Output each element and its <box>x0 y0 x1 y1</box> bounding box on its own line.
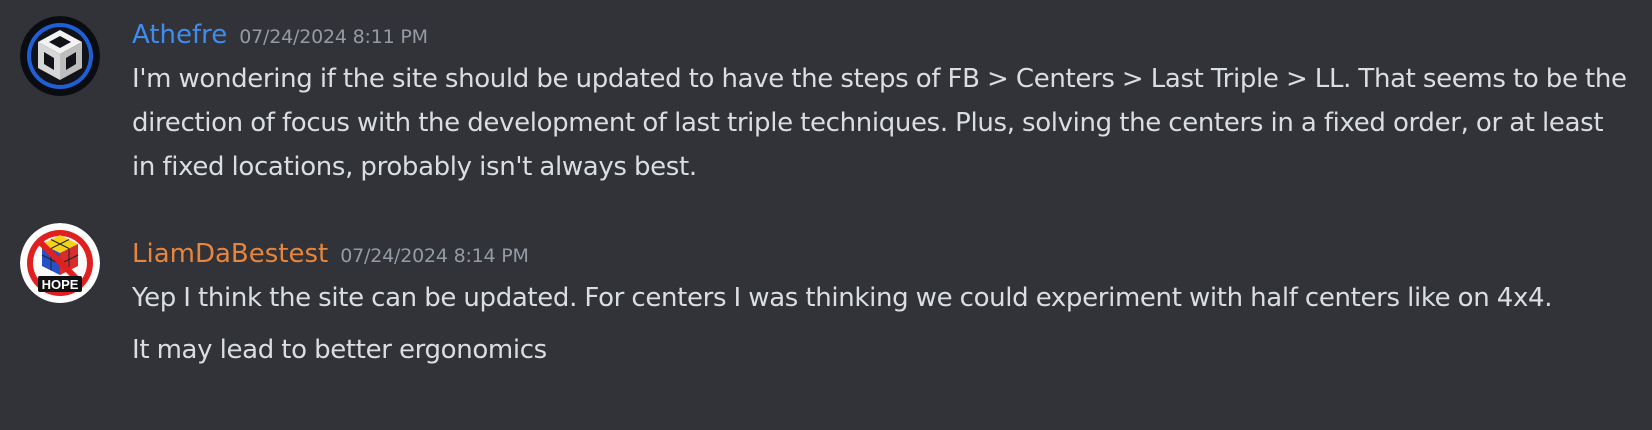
no-hope-cube-icon: HOPE <box>20 223 100 303</box>
message-text: I'm wondering if the site should be upda… <box>132 64 1627 182</box>
message-text: Yep I think the site can be updated. For… <box>132 283 1553 313</box>
message-content: Yep I think the site can be updated. For… <box>132 276 1632 372</box>
username-athefre[interactable]: Athefre <box>132 20 227 50</box>
message-text: It may lead to better ergonomics <box>132 335 547 365</box>
cube-logo-icon <box>20 16 100 96</box>
timestamp[interactable]: 07/24/2024 8:14 PM <box>340 245 529 267</box>
hope-label: HOPE <box>42 277 79 292</box>
message-header: LiamDaBestest 07/24/2024 8:14 PM <box>132 236 529 275</box>
message-content: I'm wondering if the site should be upda… <box>132 57 1632 189</box>
timestamp[interactable]: 07/24/2024 8:11 PM <box>239 26 428 48</box>
avatar-liamdabestest[interactable]: HOPE <box>20 223 100 303</box>
username-liamdabestest[interactable]: LiamDaBestest <box>132 239 328 269</box>
avatar-athefre[interactable] <box>20 16 100 96</box>
message-header: Athefre 07/24/2024 8:11 PM <box>132 17 428 56</box>
